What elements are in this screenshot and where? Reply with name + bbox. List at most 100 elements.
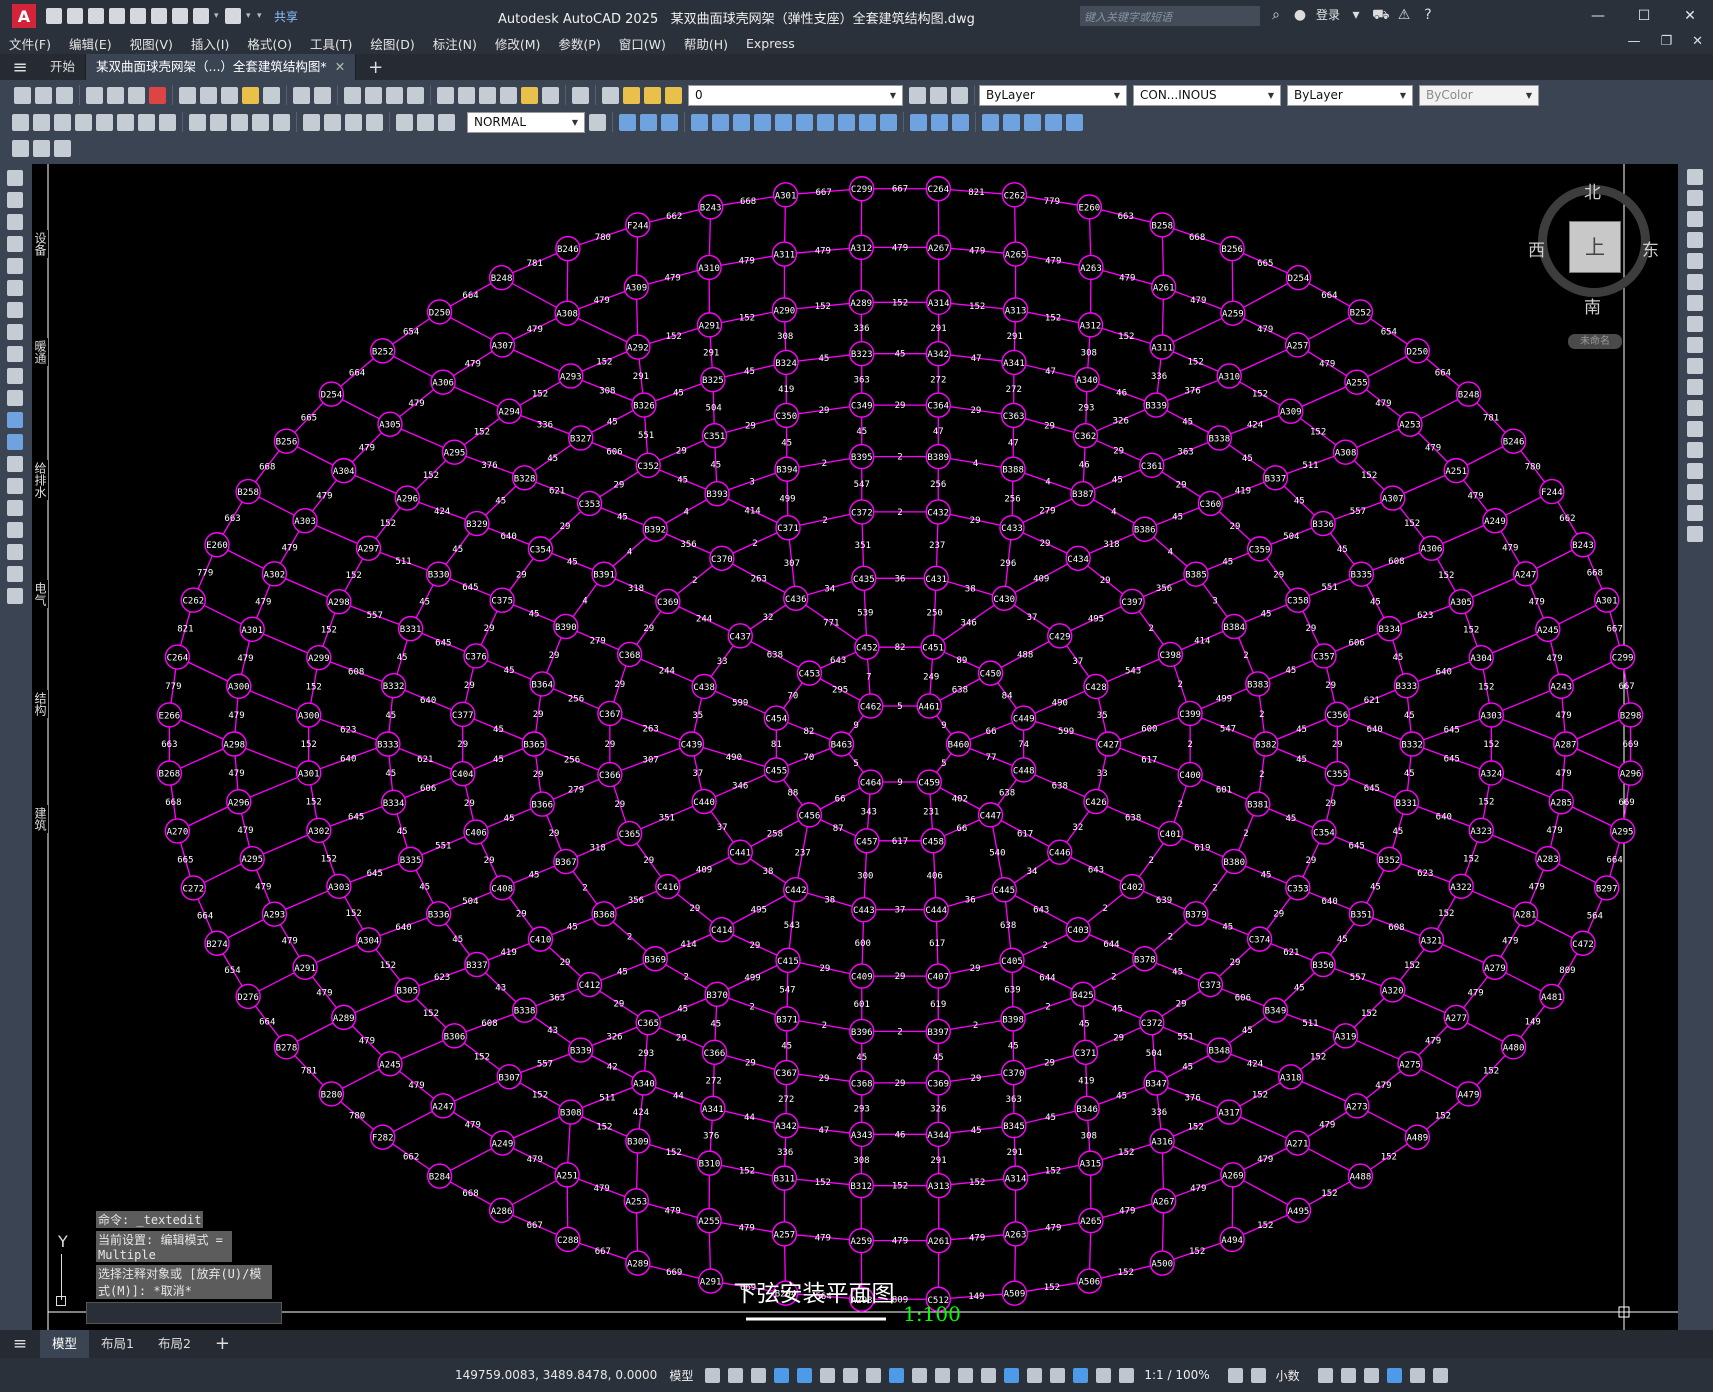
tab-layout1[interactable]: 布局1 <box>89 1330 146 1358</box>
viewcube-north[interactable]: 北 <box>1584 178 1601 203</box>
login-button[interactable]: 登录 <box>1316 6 1340 23</box>
quick-dim-icon[interactable] <box>189 113 206 131</box>
image-clip-icon[interactable] <box>33 139 50 157</box>
copy-icon[interactable] <box>200 86 217 104</box>
customize-icon[interactable] <box>1432 1367 1448 1383</box>
tab-active-document[interactable]: 某双曲面球壳网架（...）全套建筑结构图* ✕ <box>86 54 357 80</box>
viewcube-top-face[interactable]: 上 <box>1569 221 1621 273</box>
viewcube-south[interactable]: 南 <box>1584 293 1601 318</box>
publish-icon[interactable] <box>128 86 145 104</box>
zoom-window-icon[interactable] <box>386 86 403 104</box>
polar-icon[interactable] <box>820 1367 836 1383</box>
drawing-canvas[interactable]: 9 5 9 5 9 5 89 84 74 638 66 617 87 88 81 70 643 82 38 37 37 3… <box>32 164 1678 1330</box>
save-as-icon[interactable] <box>109 8 125 24</box>
dynamic-ucs-icon[interactable] <box>1004 1367 1020 1383</box>
menu-dimension[interactable]: 标注(N) <box>424 34 486 53</box>
fillet-icon[interactable] <box>1687 484 1703 500</box>
tolerance-icon[interactable] <box>303 113 320 131</box>
linetype-select[interactable]: CON...INOUS ▼ <box>1133 84 1281 106</box>
arc-icon[interactable] <box>7 280 23 296</box>
save-to-web-icon[interactable] <box>151 8 167 24</box>
plot-icon[interactable] <box>172 8 188 24</box>
hatch-icon[interactable] <box>7 478 23 494</box>
maximize-icon[interactable]: ☐ <box>1621 0 1667 32</box>
menu-tools[interactable]: 工具(T) <box>301 34 361 53</box>
text-style-select[interactable]: NORMAL ▼ <box>467 111 585 133</box>
save-icon[interactable] <box>88 8 104 24</box>
object-snap-tracking-icon[interactable] <box>866 1367 882 1383</box>
scale-icon[interactable] <box>1687 316 1703 332</box>
annotation-monitor-icon[interactable] <box>1250 1367 1266 1383</box>
baseline-dim-icon[interactable] <box>210 113 227 131</box>
user-icon[interactable]: ● <box>1292 7 1308 23</box>
point-icon[interactable] <box>7 456 23 472</box>
gizmo-icon[interactable] <box>1050 1367 1066 1383</box>
menu-express[interactable]: Express <box>737 36 804 51</box>
ucs-world-icon[interactable] <box>640 113 657 131</box>
linear-dim-icon[interactable] <box>12 113 29 131</box>
grid-icon[interactable] <box>705 1367 721 1383</box>
tab-layout2[interactable]: 布局2 <box>146 1330 203 1358</box>
annotation-visibility-icon[interactable] <box>1073 1367 1089 1383</box>
dim-edit-icon[interactable] <box>396 113 413 131</box>
ucs-zaxis-icon[interactable] <box>775 113 792 131</box>
jogged-linear-icon[interactable] <box>366 113 383 131</box>
revolve-icon[interactable] <box>1003 113 1020 131</box>
layer-lock-icon[interactable] <box>665 86 682 104</box>
open-from-web-icon[interactable] <box>130 8 146 24</box>
wcs-menu[interactable]: 未命名 <box>1568 334 1622 349</box>
calculator-icon[interactable] <box>542 86 559 104</box>
ucs-previous-icon[interactable] <box>661 113 678 131</box>
viewcube-west[interactable]: 西 <box>1528 236 1545 261</box>
ucs-x-icon[interactable] <box>817 113 834 131</box>
polyline-icon[interactable] <box>7 214 23 230</box>
save-icon[interactable] <box>56 86 73 104</box>
menu-format[interactable]: 格式(O) <box>238 34 301 53</box>
autodesk-app-icon[interactable]: ⚠ <box>1396 7 1412 23</box>
pan-icon[interactable] <box>344 86 361 104</box>
share-button[interactable]: 共享 <box>274 8 298 25</box>
ucs-view-icon[interactable] <box>733 113 750 131</box>
auto-scale-icon[interactable] <box>1096 1367 1112 1383</box>
ucs-icon[interactable] <box>619 113 636 131</box>
polygon-icon[interactable] <box>7 236 23 252</box>
cone-icon[interactable] <box>952 113 969 131</box>
block-editor-icon[interactable] <box>263 86 280 104</box>
radius-dim-icon[interactable] <box>96 113 113 131</box>
selection-cycling-icon[interactable] <box>958 1367 974 1383</box>
search-icon[interactable]: ⌕ <box>1268 7 1284 23</box>
menu-edit[interactable]: 编辑(E) <box>60 34 121 53</box>
loft-icon[interactable] <box>1045 113 1062 131</box>
add-layout-icon[interactable]: + <box>203 1330 242 1358</box>
properties-icon[interactable] <box>437 86 454 104</box>
construction-line-icon[interactable] <box>7 192 23 208</box>
redo-dropdown-icon[interactable]: ▾ <box>246 11 252 21</box>
wedge-icon[interactable] <box>931 113 948 131</box>
line-icon[interactable] <box>7 170 23 186</box>
arc-length-icon[interactable] <box>54 113 71 131</box>
side-label-plumbing[interactable]: 给排水 <box>32 460 48 500</box>
plot-preview-icon[interactable] <box>107 86 124 104</box>
inspection-icon[interactable] <box>345 113 362 131</box>
array-icon[interactable] <box>1687 253 1703 269</box>
redo-icon[interactable] <box>314 86 331 104</box>
ucs-apply-icon[interactable] <box>880 113 897 131</box>
image-icon[interactable] <box>12 139 29 157</box>
menu-insert[interactable]: 插入(I) <box>182 34 238 53</box>
extend-icon[interactable] <box>1687 379 1703 395</box>
mtext-icon[interactable] <box>7 566 23 582</box>
quick-properties-icon[interactable] <box>1317 1367 1333 1383</box>
offset-icon[interactable] <box>1687 232 1703 248</box>
doc-close-icon[interactable]: ✕ <box>1692 34 1703 49</box>
autocad-logo-icon[interactable]: A <box>12 4 36 28</box>
login-dropdown-icon[interactable]: ▾ <box>1348 7 1364 23</box>
undo-icon[interactable] <box>193 8 209 24</box>
side-label-architecture[interactable]: 建筑 <box>32 805 48 833</box>
annotation-scale-value[interactable]: 1:1 / 100% <box>1144 1368 1209 1382</box>
undo-dropdown-icon[interactable]: ▾ <box>214 11 220 21</box>
tab-start[interactable]: 开始 <box>40 54 87 80</box>
3d-print-icon[interactable] <box>149 86 166 104</box>
infer-constraints-icon[interactable] <box>751 1367 767 1383</box>
open-file-icon[interactable] <box>67 8 83 24</box>
model-space-toggle[interactable]: 模型 <box>669 1367 693 1384</box>
